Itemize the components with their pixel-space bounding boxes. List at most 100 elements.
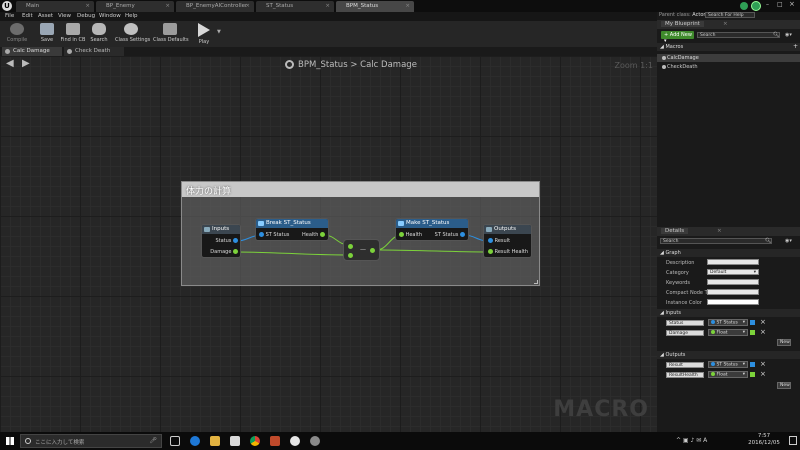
- maximize-icon[interactable]: □: [777, 1, 783, 8]
- pin-health-in[interactable]: Health: [399, 232, 422, 238]
- view-options-icon[interactable]: ◉▾: [785, 32, 792, 38]
- menu-file[interactable]: File: [5, 13, 14, 19]
- play-button[interactable]: Play: [189, 22, 219, 46]
- close-icon[interactable]: ×: [85, 3, 90, 9]
- search-button[interactable]: Search: [84, 22, 114, 46]
- close-icon[interactable]: ×: [165, 3, 170, 9]
- macros-section-header[interactable]: ◢ Macros: [657, 43, 800, 51]
- tab-calc-damage[interactable]: Calc Damage: [2, 47, 62, 56]
- subtract-node[interactable]: —: [343, 239, 380, 261]
- store-icon[interactable]: [230, 436, 240, 446]
- my-blueprint-search-input[interactable]: Search: [697, 32, 780, 38]
- graph-canvas[interactable]: ◀ ▶ BPM_Status > Calc Damage Zoom 1:1 体力…: [0, 56, 657, 432]
- category-dropdown[interactable]: Default ▾: [707, 269, 759, 275]
- file-explorer-icon[interactable]: [210, 436, 220, 446]
- notification-icon[interactable]: [789, 436, 797, 445]
- close-window-icon[interactable]: ×: [789, 0, 795, 8]
- float-pin-icon[interactable]: [370, 248, 375, 253]
- close-icon[interactable]: ×: [717, 228, 722, 234]
- instance-color-swatch[interactable]: [707, 299, 759, 305]
- pin-result-health[interactable]: Result Health: [488, 249, 528, 255]
- class-settings-button[interactable]: Class Settings: [115, 22, 150, 46]
- doc-tab-bp-enemy[interactable]: BP_Enemy ×: [96, 1, 174, 12]
- float-pin-icon[interactable]: [348, 253, 353, 258]
- pin-status[interactable]: Status: [215, 238, 238, 244]
- delete-icon[interactable]: ×: [760, 360, 766, 368]
- output-type-result[interactable]: ST Status ▾: [708, 361, 748, 368]
- doc-tab-bp-enemy-ai-controller[interactable]: BP_EnemyAIController ×: [176, 1, 254, 12]
- add-new-button[interactable]: + Add New ▾: [661, 31, 694, 44]
- view-options-icon[interactable]: ◉▾: [785, 238, 792, 244]
- unreal-taskbar-icon[interactable]: [290, 436, 300, 446]
- macro-item-calcdamage[interactable]: CalcDamage: [657, 54, 800, 62]
- play-options-dropdown[interactable]: ▼: [217, 29, 221, 35]
- windows-start-icon[interactable]: [6, 437, 14, 445]
- close-icon[interactable]: ×: [245, 3, 250, 9]
- edge-browser-icon[interactable]: [190, 436, 200, 446]
- description-field[interactable]: [707, 259, 759, 265]
- close-icon[interactable]: ×: [405, 3, 410, 9]
- search-icon[interactable]: 🔍︎: [773, 32, 779, 38]
- input-type-damage[interactable]: Float ▾: [708, 329, 748, 336]
- my-blueprint-tab[interactable]: My Blueprint: [661, 21, 704, 27]
- app-icon[interactable]: [270, 436, 280, 446]
- close-icon[interactable]: ×: [325, 3, 330, 9]
- output-type-resulthealth[interactable]: Float ▾: [708, 371, 748, 378]
- new-input-button[interactable]: New: [777, 339, 791, 346]
- tray-icons[interactable]: ^ ▣ ♪ ✉ A: [676, 437, 707, 444]
- doc-tab-main[interactable]: Main ×: [16, 1, 94, 12]
- make-st-status-node[interactable]: Make ST_Status Health ST Status: [395, 218, 469, 241]
- pin-damage[interactable]: Damage: [210, 249, 238, 255]
- delete-icon[interactable]: ×: [760, 318, 766, 326]
- macro-item-checkdeath[interactable]: CheckDeath: [657, 63, 800, 71]
- input-type-status[interactable]: ST Status ▾: [708, 319, 748, 326]
- outputs-section-header[interactable]: ◢ Outputs: [657, 351, 800, 359]
- pin-result[interactable]: Result: [488, 238, 510, 244]
- menu-asset[interactable]: Asset: [38, 13, 53, 19]
- microphone-icon[interactable]: 🎤︎: [149, 437, 157, 444]
- menu-help[interactable]: Help: [125, 13, 138, 19]
- details-tab[interactable]: Details: [661, 228, 689, 234]
- user-icon[interactable]: [740, 2, 748, 10]
- menu-debug[interactable]: Debug: [77, 13, 95, 19]
- output-name-result[interactable]: Result: [666, 362, 704, 368]
- input-name-status[interactable]: Status: [666, 320, 704, 326]
- menu-window[interactable]: Window: [99, 13, 121, 19]
- account-icon[interactable]: [751, 1, 761, 11]
- pin-health-out[interactable]: Health: [302, 232, 325, 238]
- details-search-input[interactable]: Search: [660, 238, 772, 244]
- delete-icon[interactable]: ×: [760, 328, 766, 336]
- search-icon[interactable]: 🔍︎: [765, 238, 771, 244]
- chrome-icon[interactable]: [250, 436, 260, 446]
- compile-button[interactable]: Compile: [2, 22, 32, 46]
- close-icon[interactable]: ×: [723, 21, 728, 27]
- float-type-icon: [750, 372, 755, 377]
- break-st-status-node[interactable]: Break ST_Status ST Status Health: [255, 218, 329, 241]
- menu-edit[interactable]: Edit: [22, 13, 33, 19]
- class-defaults-button[interactable]: Class Defaults: [153, 22, 189, 46]
- float-pin-icon[interactable]: [348, 244, 353, 249]
- pin-st-status-in[interactable]: ST Status: [259, 232, 289, 238]
- menu-view[interactable]: View: [58, 13, 71, 19]
- taskbar-search-box[interactable]: ここに入力して検索 🎤︎: [20, 434, 162, 448]
- pin-st-status-out[interactable]: ST Status: [435, 232, 465, 238]
- new-output-button[interactable]: New: [777, 382, 791, 389]
- search-for-help-input[interactable]: Search For Help: [705, 12, 755, 18]
- unreal-launcher-icon[interactable]: [310, 436, 320, 446]
- doc-tab-bpm-status[interactable]: BPM_Status ×: [336, 1, 414, 12]
- doc-tab-st-status[interactable]: ST_Status ×: [256, 1, 334, 12]
- task-view-icon[interactable]: [170, 436, 180, 446]
- input-name-damage[interactable]: Damage: [666, 330, 704, 336]
- delete-icon[interactable]: ×: [760, 370, 766, 378]
- inputs-section-header[interactable]: ◢ Inputs: [657, 309, 800, 317]
- keywords-field[interactable]: [707, 279, 759, 285]
- output-name-resulthealth[interactable]: ResultHealth: [666, 372, 704, 378]
- add-macro-icon[interactable]: +: [793, 43, 798, 50]
- clock[interactable]: 7:57 2016/12/05: [744, 433, 784, 447]
- outputs-node[interactable]: Outputs Result Result Health: [483, 224, 532, 258]
- graph-section-header[interactable]: ◢ Graph: [657, 249, 800, 257]
- compact-node-title-field[interactable]: [707, 289, 759, 295]
- tab-check-death[interactable]: Check Death: [64, 47, 124, 56]
- minimize-icon[interactable]: –: [766, 1, 769, 8]
- inputs-node[interactable]: Inputs Status Damage: [201, 224, 241, 258]
